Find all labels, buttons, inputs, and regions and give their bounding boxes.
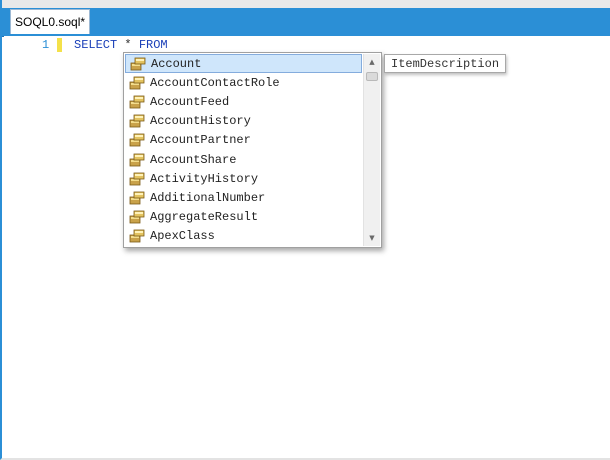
scrollbar[interactable]: ▲ ▼ <box>363 54 380 246</box>
class-icon <box>129 229 145 243</box>
tab-strip: SOQL0.soql* <box>2 0 610 36</box>
keyword-select: SELECT <box>74 38 118 52</box>
autocomplete-item[interactable]: AccountShare <box>125 150 362 169</box>
class-icon <box>129 76 145 90</box>
autocomplete-item[interactable]: AccountHistory <box>125 112 362 131</box>
autocomplete-item-label: AdditionalNumber <box>150 190 266 205</box>
autocomplete-item[interactable]: AccountFeed <box>125 92 362 111</box>
tab-soql-file[interactable]: SOQL0.soql* <box>10 9 91 34</box>
autocomplete-item[interactable]: AccountPartner <box>125 131 362 150</box>
autocomplete-item[interactable]: AccountContactRole <box>125 73 362 92</box>
autocomplete-item[interactable]: AggregateResult <box>125 208 362 227</box>
autocomplete-list: Account AccountContactRole AccountFeed Acco… <box>125 54 362 246</box>
autocomplete-item-label: AccountContactRole <box>150 75 280 90</box>
keyword-from: FROM <box>138 38 168 52</box>
autocomplete-item-label: AccountShare <box>150 152 237 167</box>
autocomplete-item[interactable]: ActivityHistory <box>125 169 362 188</box>
autocomplete-item[interactable]: Account <box>125 54 362 74</box>
item-description-tooltip: ItemDescription <box>384 54 507 73</box>
class-icon <box>130 57 146 71</box>
scroll-down-arrow-icon[interactable]: ▼ <box>364 230 380 246</box>
autocomplete-item-label: ActivityHistory <box>150 171 259 186</box>
autocomplete-item-label: AggregateResult <box>150 210 259 225</box>
class-icon <box>129 153 145 167</box>
class-icon <box>129 191 145 205</box>
code-line[interactable]: SELECT * FROM <box>74 38 168 52</box>
class-icon <box>129 133 145 147</box>
line-number: 1 <box>42 38 50 52</box>
item-description-text: ItemDescription <box>391 56 500 71</box>
class-icon <box>129 172 145 186</box>
tab-title: SOQL0.soql* <box>15 15 86 29</box>
autocomplete-item-label: AccountPartner <box>150 133 251 148</box>
change-marker <box>57 38 62 52</box>
autocomplete-item-label: AccountHistory <box>150 114 251 129</box>
app-window: SOQL0.soql* 1 SELECT * FROM Account Accou… <box>0 0 610 460</box>
class-icon <box>129 210 145 224</box>
scroll-up-arrow-icon[interactable]: ▲ <box>364 54 380 70</box>
star-operator: * <box>124 38 132 52</box>
autocomplete-item-label: AccountFeed <box>150 94 230 109</box>
autocomplete-item-label: Account <box>151 56 202 71</box>
autocomplete-item[interactable]: AdditionalNumber <box>125 188 362 207</box>
class-icon <box>129 114 145 128</box>
scroll-thumb[interactable] <box>366 72 378 81</box>
class-icon <box>129 95 145 109</box>
autocomplete-popup: Account AccountContactRole AccountFeed Acco… <box>123 52 382 248</box>
autocomplete-item[interactable]: ApexClass <box>125 227 362 246</box>
autocomplete-item-label: ApexClass <box>150 229 215 244</box>
